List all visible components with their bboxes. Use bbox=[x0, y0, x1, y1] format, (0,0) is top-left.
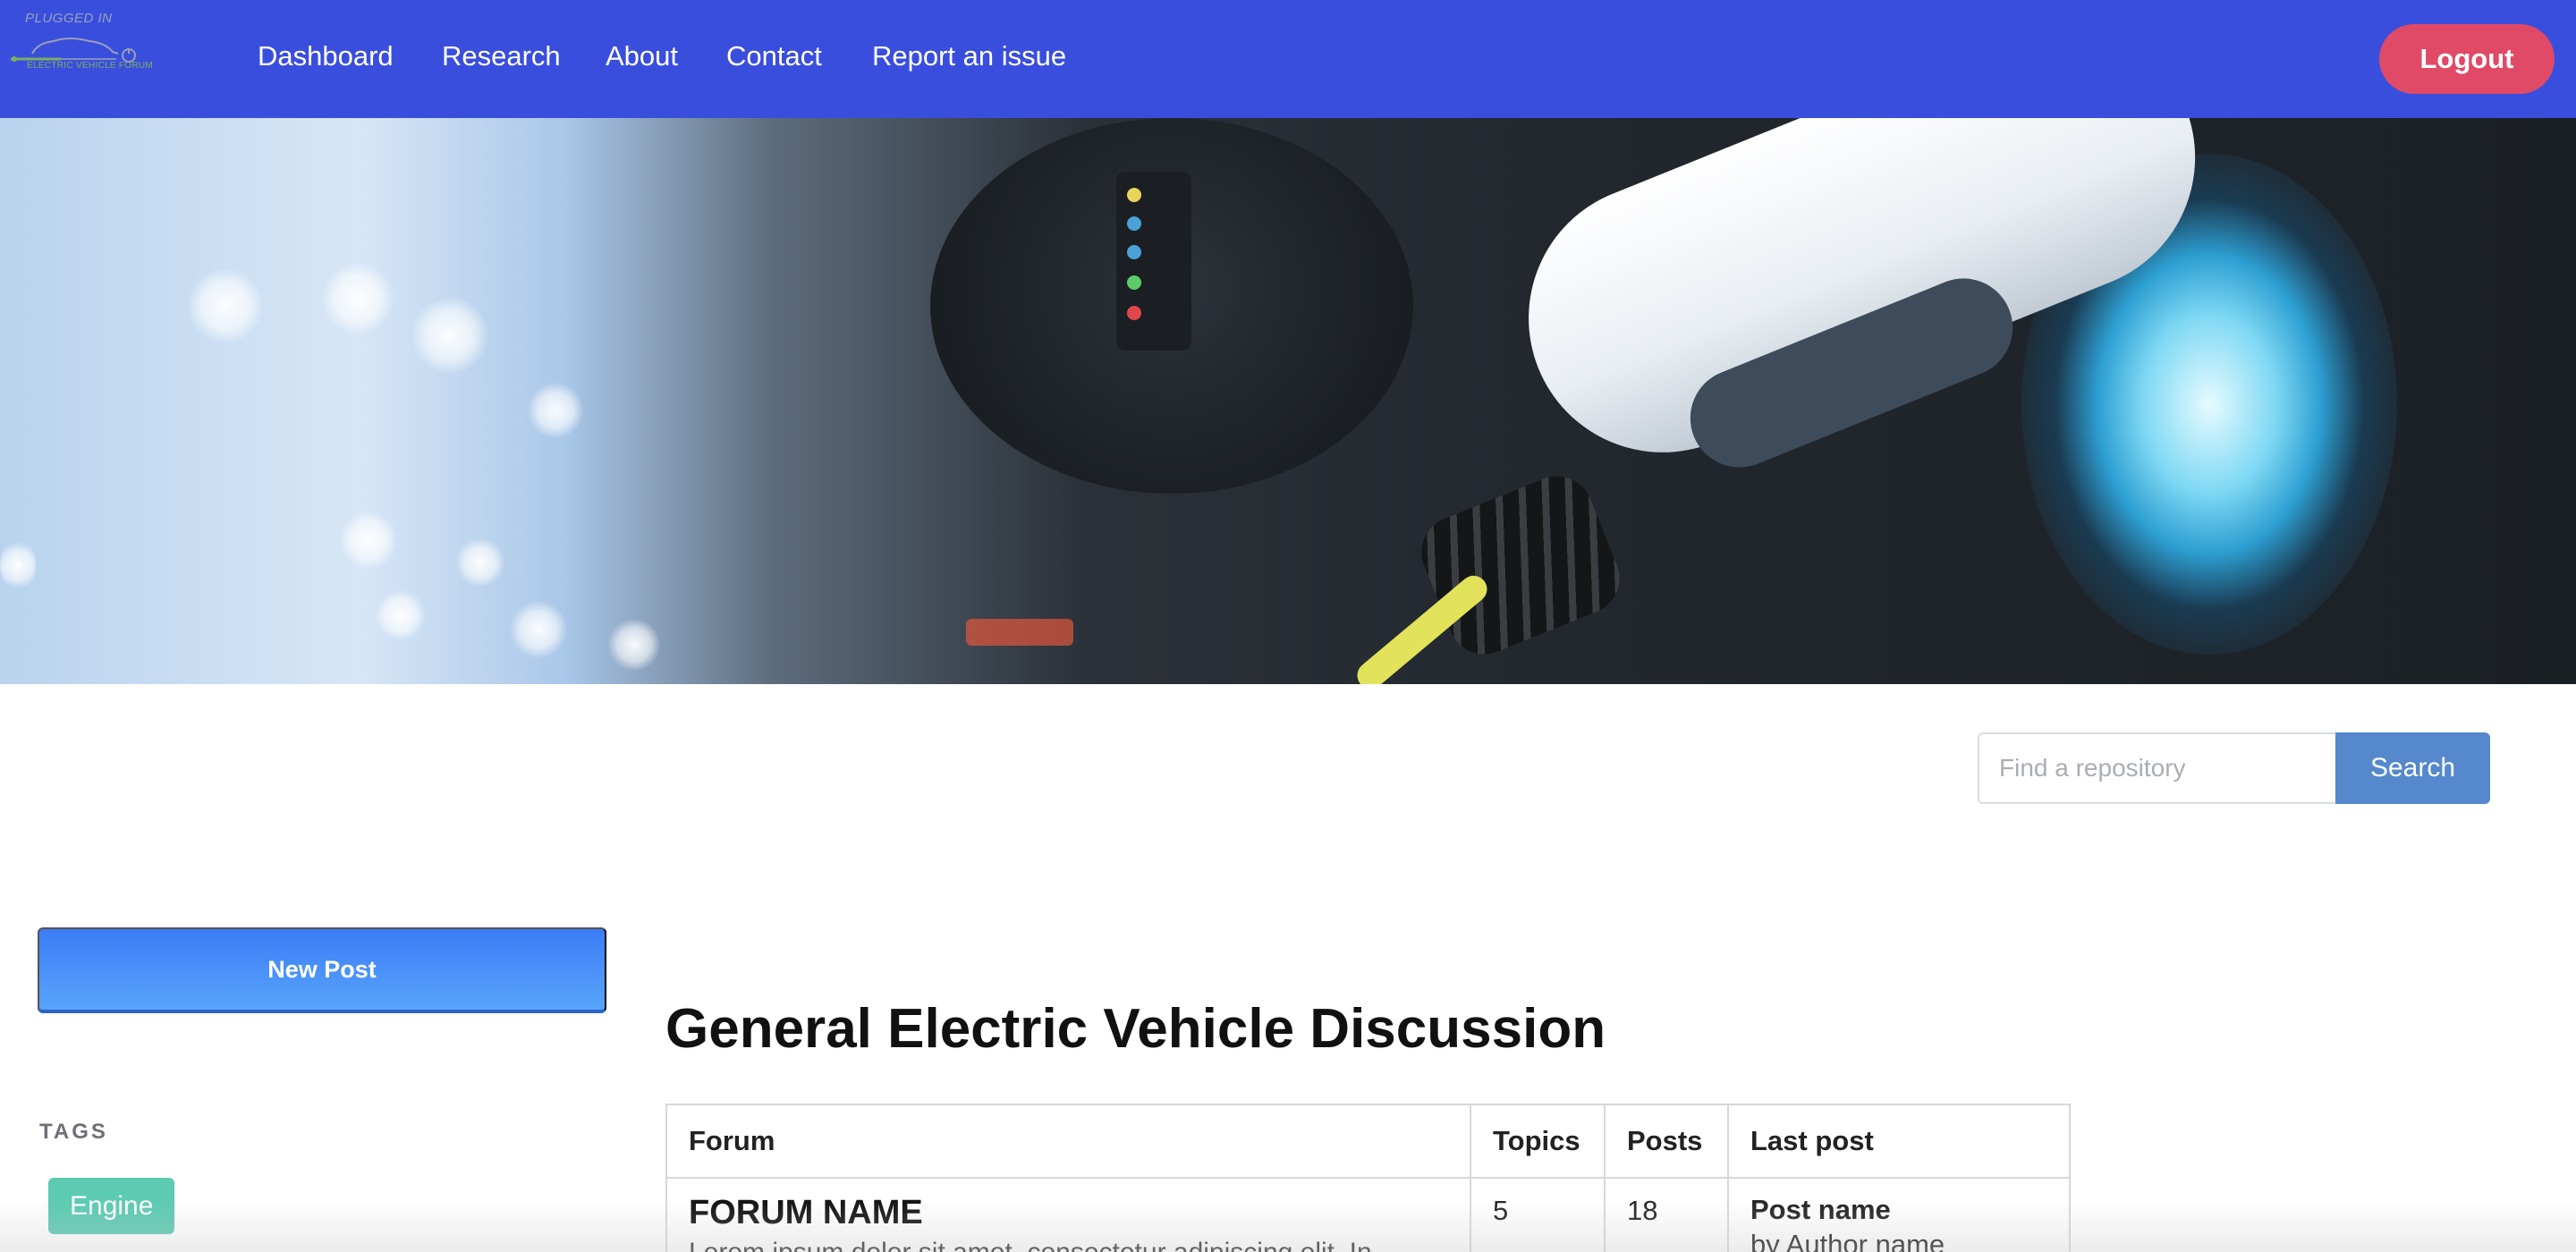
bokeh-light bbox=[528, 383, 583, 438]
page-title: General Electric Vehicle Discussion bbox=[665, 998, 1606, 1060]
site-logo[interactable]: PLUGGED IN ELECTRIC VEHICLE FORUM bbox=[7, 11, 153, 79]
forum-name-link[interactable]: FORUM NAME bbox=[689, 1194, 1448, 1232]
indicator-panel bbox=[1116, 172, 1191, 351]
nav-about[interactable]: About bbox=[606, 40, 678, 72]
column-header-topics: Topics bbox=[1470, 1104, 1606, 1179]
tags-heading: TAGS bbox=[39, 1120, 108, 1144]
new-post-button[interactable]: New Post bbox=[38, 927, 606, 1013]
bokeh-light bbox=[510, 601, 567, 658]
hero-banner-image bbox=[0, 118, 2576, 684]
bokeh-light bbox=[188, 268, 263, 343]
nav-research[interactable]: Research bbox=[442, 40, 561, 72]
table-row[interactable]: FORUM NAME Lorem ipsum dolor sit amet, c… bbox=[665, 1177, 2071, 1252]
forum-table: Forum Topics Posts Last post FORUM NAME … bbox=[665, 1104, 2071, 1252]
bokeh-light bbox=[411, 297, 488, 374]
last-post-cell: Post name by Author name bbox=[1727, 1177, 2071, 1252]
tail-light-reflection bbox=[966, 619, 1073, 646]
bokeh-light bbox=[608, 619, 660, 671]
column-header-forum: Forum bbox=[665, 1104, 1471, 1179]
forum-description: Lorem ipsum dolor sit amet, consectetur … bbox=[689, 1238, 1448, 1252]
nav-report-issue[interactable]: Report an issue bbox=[872, 40, 1066, 72]
topics-count: 5 bbox=[1470, 1177, 1606, 1252]
nav-dashboard[interactable]: Dashboard bbox=[258, 40, 394, 72]
plug-ribbed-collar bbox=[1411, 465, 1631, 665]
search-input[interactable] bbox=[1978, 732, 2337, 804]
bokeh-light bbox=[0, 538, 36, 592]
bokeh-light bbox=[340, 512, 397, 569]
column-header-posts: Posts bbox=[1604, 1104, 1729, 1179]
last-post-link[interactable]: Post name bbox=[1750, 1194, 2047, 1225]
logout-button[interactable]: Logout bbox=[2379, 24, 2555, 94]
last-post-author: by Author name bbox=[1750, 1229, 1945, 1252]
top-navbar: PLUGGED IN ELECTRIC VEHICLE FORUM Dashbo… bbox=[0, 0, 2576, 118]
bokeh-light bbox=[322, 263, 394, 334]
forum-cell: FORUM NAME Lorem ipsum dolor sit amet, c… bbox=[665, 1177, 1471, 1252]
search-button[interactable]: Search bbox=[2335, 732, 2490, 804]
posts-count: 18 bbox=[1604, 1177, 1729, 1252]
logo-subtitle: ELECTRIC VEHICLE FORUM bbox=[27, 61, 154, 71]
table-header-row: Forum Topics Posts Last post bbox=[665, 1104, 2071, 1179]
column-header-last-post: Last post bbox=[1727, 1104, 2071, 1179]
bokeh-light bbox=[376, 590, 426, 640]
logo-title: PLUGGED IN bbox=[25, 11, 113, 26]
tag-engine[interactable]: Engine bbox=[48, 1178, 175, 1234]
nav-contact[interactable]: Contact bbox=[726, 40, 822, 72]
bokeh-light bbox=[456, 538, 504, 587]
